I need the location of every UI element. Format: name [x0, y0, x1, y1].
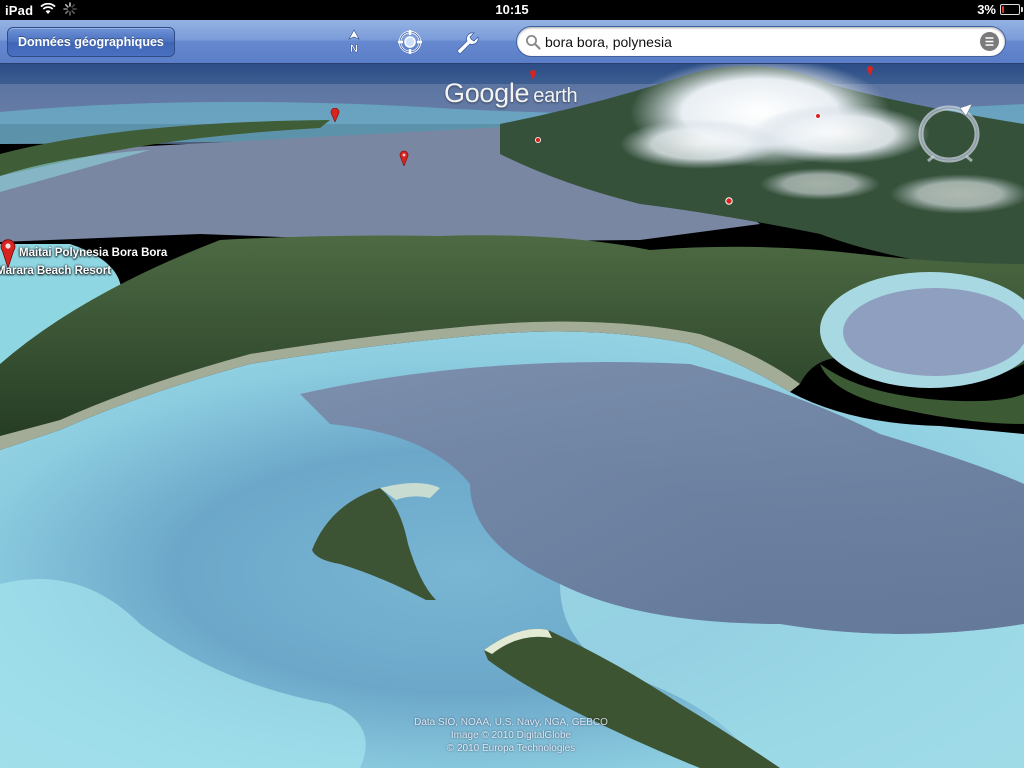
compass-tilt-control-icon[interactable]	[914, 98, 984, 168]
search-icon	[526, 35, 541, 50]
north-arrow-icon[interactable]: N	[340, 28, 368, 56]
search-results-list-icon[interactable]	[980, 32, 999, 51]
search-field[interactable]: bora bora, polynesia	[516, 26, 1006, 57]
placemark-pin-icon[interactable]	[529, 68, 537, 80]
my-location-icon[interactable]	[396, 28, 424, 56]
place-dot-icon[interactable]	[724, 196, 734, 206]
status-bar: iPad 10:15 3%	[0, 0, 1024, 20]
battery-percent: 3%	[977, 2, 996, 17]
logo-earth-text: earth	[533, 85, 578, 107]
place-dot-icon[interactable]	[534, 136, 542, 144]
placemark-pin-icon[interactable]	[866, 64, 874, 76]
google-earth-logo: Google earth	[444, 78, 578, 109]
placemark-label-line2[interactable]: Marara Beach Resort	[0, 265, 111, 277]
toolbar: Données géographiques N bora bora, polyn…	[0, 20, 1024, 64]
terrain-imagery	[0, 64, 1024, 768]
logo-google-text: Google	[444, 78, 530, 108]
attribution-line: Data SIO, NOAA, U.S. Navy, NGA, GEBCO	[414, 717, 608, 728]
search-query[interactable]: bora bora, polynesia	[545, 34, 672, 50]
placemark-pin-icon[interactable]	[0, 238, 16, 268]
battery-icon	[1000, 4, 1023, 15]
clock: 10:15	[495, 2, 529, 17]
imagery-attribution: Data SIO, NOAA, U.S. Navy, NGA, GEBCO Im…	[380, 716, 642, 755]
attribution-line: © 2010 Europa Technologies	[446, 743, 576, 754]
placemark-label-line1[interactable]: Maitai Polynesia Bora Bora	[19, 247, 167, 259]
placemark-pin-icon[interactable]	[330, 108, 340, 122]
placemark-pin-icon[interactable]	[399, 150, 409, 166]
north-label: N	[350, 43, 358, 55]
attribution-line: Image © 2010 DigitalGlobe	[450, 730, 572, 741]
earth-map-view[interactable]: Google earth Maitai Polynesia Bora Bora M…	[0, 64, 1024, 768]
settings-wrench-icon[interactable]	[452, 28, 480, 56]
place-dot-icon[interactable]	[814, 112, 822, 120]
layers-button[interactable]: Données géographiques	[7, 27, 175, 57]
